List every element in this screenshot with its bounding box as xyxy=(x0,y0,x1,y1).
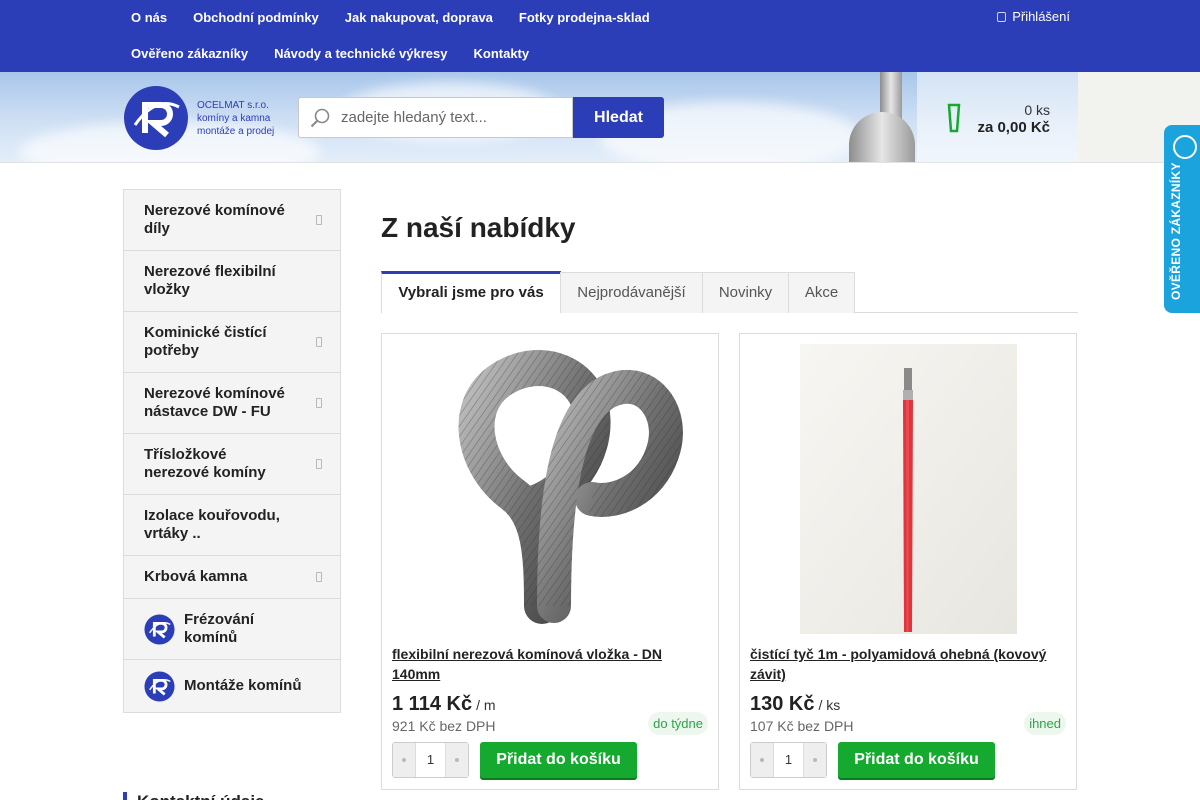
sidebar-item-label: Nerezové flexibilní vložky xyxy=(144,263,276,298)
cart-icon xyxy=(947,103,961,133)
login-link[interactable]: Přihlášení xyxy=(997,9,1070,24)
sidebar-item-flexibilni-vlozky[interactable]: Nerezové flexibilní vložky xyxy=(124,251,340,312)
tab-novinky[interactable]: Novinky xyxy=(702,272,789,313)
overeno-zakazniky-widget[interactable]: OVĚŘENO ZÁKAZNÍKY xyxy=(1164,125,1200,313)
add-to-cart-button[interactable]: Přidat do košíku xyxy=(838,742,995,778)
quantity-stepper: 1 xyxy=(750,742,827,778)
sidebar-item-krbova-kamna[interactable]: Krbová kamna xyxy=(124,556,340,599)
chevron-right-icon xyxy=(316,398,322,408)
category-sidebar: Nerezové komínové díly Nerezové flexibil… xyxy=(123,189,341,713)
search-field xyxy=(298,97,573,138)
chevron-right-icon xyxy=(316,459,322,469)
top-nav-row-2: Ověřeno zákazníky Návody a technické výk… xyxy=(118,46,542,62)
logo-line-3: montáže a prodej xyxy=(197,125,275,137)
chevron-right-icon xyxy=(316,337,322,347)
plus-icon xyxy=(813,758,817,762)
ocelmat-logo-icon xyxy=(144,670,175,702)
availability-badge: ihned xyxy=(1024,712,1066,735)
product-name-link[interactable]: čistící tyč 1m - polyamidová ohebná (kov… xyxy=(750,644,1060,684)
banner-chimney-cap xyxy=(849,112,915,162)
top-nav-row-1: O nás Obchodní podmínky Jak nakupovat, d… xyxy=(118,10,663,26)
overeno-label: OVĚŘENO ZÁKAZNÍKY xyxy=(1169,162,1183,300)
minus-icon xyxy=(760,758,764,762)
site-logo[interactable]: OCELMAT s.r.o. komíny a kamna montáže a … xyxy=(123,85,274,151)
nav-link-kontakty[interactable]: Kontakty xyxy=(461,46,543,62)
tab-vybrali-jsme[interactable]: Vybrali jsme pro vás xyxy=(381,271,561,313)
cleaning-rod-image xyxy=(799,344,1017,634)
ocelmat-logo-icon xyxy=(144,613,175,645)
plus-icon xyxy=(455,758,459,762)
product-price-value: 1 114 Kč xyxy=(392,693,473,715)
login-label: Přihlášení xyxy=(1012,9,1070,24)
add-to-cart-button[interactable]: Přidat do košíku xyxy=(480,742,637,778)
ocelmat-logo-icon xyxy=(124,86,188,150)
nav-link-jak-nakupovat[interactable]: Jak nakupovat, doprava xyxy=(332,10,506,26)
search-input[interactable] xyxy=(341,109,561,126)
logo-line-1: OCELMAT s.r.o. xyxy=(197,99,269,111)
tab-akce[interactable]: Akce xyxy=(788,272,855,313)
product-price-net: 107 Kč bez DPH xyxy=(750,718,854,734)
sidebar-item-label: Nerezové komínové díly xyxy=(144,202,285,237)
sidebar-item-label: Třísložkové nerezové komíny xyxy=(144,446,266,481)
sidebar-item-label: Kominické čistící potřeby xyxy=(144,324,267,359)
sidebar-item-label: Krbová kamna xyxy=(144,568,248,585)
user-icon xyxy=(997,11,1007,22)
sidebar-item-nastavce[interactable]: Nerezové komínové nástavce DW - FU xyxy=(124,373,340,434)
chevron-right-icon xyxy=(316,572,322,582)
chevron-right-icon xyxy=(316,215,322,225)
minus-icon xyxy=(402,758,406,762)
search-form: Hledat xyxy=(298,97,664,138)
product-card: čistící tyč 1m - polyamidová ohebná (kov… xyxy=(739,333,1077,790)
sidebar-item-montaze[interactable]: Montáže komínů xyxy=(124,660,340,712)
quantity-decrease-button[interactable] xyxy=(393,743,415,777)
cart-quantity: 0 ks xyxy=(1024,102,1050,118)
sidebar-next-heading: Kontaktní údaje xyxy=(123,792,341,800)
sidebar-item-label: Izolace kouřovodu, vrtáky .. xyxy=(144,507,280,542)
sidebar-item-kominicke-potreby[interactable]: Kominické čistící potřeby xyxy=(124,312,340,373)
sidebar-item-label: Montáže komínů xyxy=(184,677,302,694)
cart-summary[interactable]: 0 ks za 0,00 Kč xyxy=(940,98,1050,138)
overeno-badge-icon xyxy=(1173,135,1197,159)
nav-link-obchodni-podminky[interactable]: Obchodní podmínky xyxy=(180,10,332,26)
product-price-unit: / m xyxy=(476,697,496,713)
top-navigation: O nás Obchodní podmínky Jak nakupovat, d… xyxy=(0,0,1200,72)
sidebar-item-label: Frézování komínů xyxy=(184,611,255,646)
logo-text: OCELMAT s.r.o. komíny a kamna montáže a … xyxy=(197,99,274,138)
product-card: flexibilní nerezová komínová vložka - DN… xyxy=(381,333,719,790)
sidebar-item-label: Nerezové komínové nástavce DW - FU xyxy=(144,385,285,420)
header-banner: OCELMAT s.r.o. komíny a kamna montáže a … xyxy=(0,72,1200,163)
page-title: Z naší nabídky xyxy=(381,212,576,243)
nav-link-o-nas[interactable]: O nás xyxy=(118,10,180,26)
quantity-increase-button[interactable] xyxy=(446,743,468,777)
quantity-decrease-button[interactable] xyxy=(751,743,773,777)
sidebar-next-heading-text: Kontaktní údaje xyxy=(127,792,341,800)
nav-link-overeno[interactable]: Ověřeno zákazníky xyxy=(118,46,261,62)
product-price: 1 114 Kč / m xyxy=(392,693,496,716)
product-image-link[interactable] xyxy=(392,344,708,634)
product-price-unit: / ks xyxy=(818,697,841,713)
tab-nejprodavanejsi[interactable]: Nejprodávanější xyxy=(560,272,703,313)
sidebar-item-nerezove-kominove-dily[interactable]: Nerezové komínové díly xyxy=(124,190,340,251)
sidebar-item-izolace[interactable]: Izolace kouřovodu, vrtáky .. xyxy=(124,495,340,556)
quantity-input[interactable]: 1 xyxy=(415,743,446,777)
product-name-link[interactable]: flexibilní nerezová komínová vložka - DN… xyxy=(392,644,702,684)
availability-badge: do týdne xyxy=(648,712,708,735)
quantity-increase-button[interactable] xyxy=(804,743,826,777)
nav-link-fotky[interactable]: Fotky prodejna-sklad xyxy=(506,10,663,26)
logo-line-2: komíny a kamna xyxy=(197,112,271,124)
search-icon xyxy=(310,108,330,127)
product-image-link[interactable] xyxy=(750,344,1066,634)
search-button[interactable]: Hledat xyxy=(573,97,664,138)
product-price-value: 130 Kč xyxy=(750,693,815,715)
offer-tabs: Vybrali jsme pro vás Nejprodávanější Nov… xyxy=(381,271,1078,313)
product-price-net: 921 Kč bez DPH xyxy=(392,718,496,734)
cart-total: za 0,00 Kč xyxy=(977,119,1050,136)
nav-link-navody[interactable]: Návody a technické výkresy xyxy=(261,46,460,62)
sidebar-item-frezovani[interactable]: Frézování komínů xyxy=(124,599,340,660)
flexible-steel-liner-image xyxy=(458,350,683,624)
sidebar-item-trislozkove-kominy[interactable]: Třísložkové nerezové komíny xyxy=(124,434,340,495)
product-price: 130 Kč / ks xyxy=(750,693,840,716)
quantity-input[interactable]: 1 xyxy=(773,743,804,777)
quantity-stepper: 1 xyxy=(392,742,469,778)
